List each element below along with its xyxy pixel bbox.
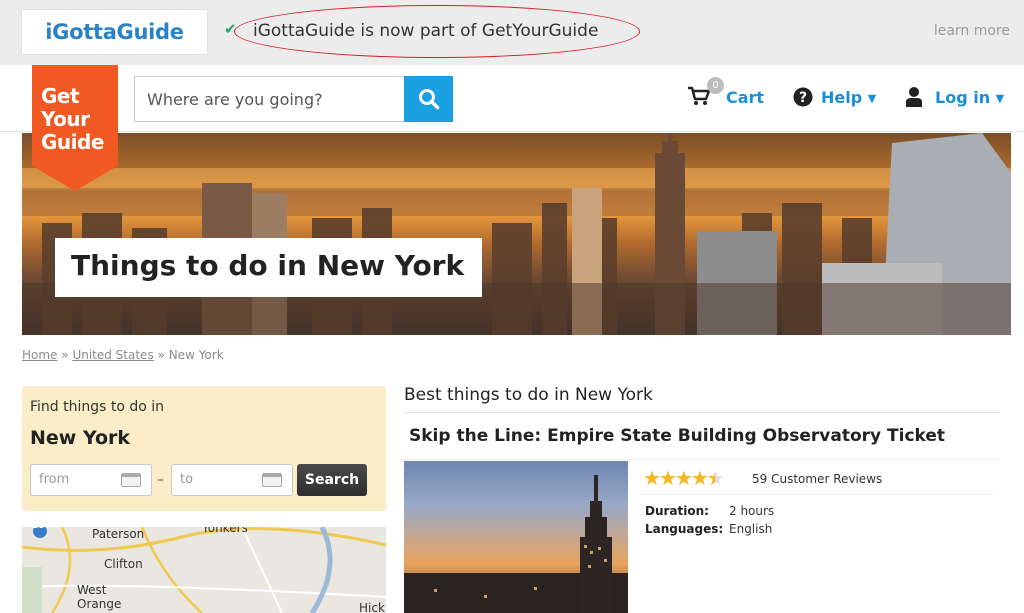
learn-more-link[interactable]: learn more: [934, 23, 1010, 39]
tour-divider: [404, 459, 1000, 460]
cart-link[interactable]: Cart: [726, 88, 764, 107]
logo-line-1: Get: [41, 84, 80, 108]
calendar-icon[interactable]: [262, 473, 282, 487]
empire-state-illustration: [404, 475, 628, 613]
logo-line-2: Your: [41, 107, 90, 131]
duration-value: 2 hours: [729, 504, 775, 518]
hero-image: [22, 133, 1011, 335]
finder-city: New York: [30, 427, 131, 449]
logo-line-3: Guide: [41, 130, 104, 154]
map-route-label: 287: [32, 527, 51, 531]
svg-text:?: ?: [799, 90, 807, 106]
map-label-hick: Hick: [359, 601, 385, 613]
breadcrumb-united-states[interactable]: United States: [72, 348, 153, 362]
calendar-icon[interactable]: [121, 473, 141, 487]
date-range-separator: –: [157, 472, 164, 488]
search-icon: [418, 89, 439, 110]
help-label: Help: [821, 88, 863, 107]
highlight-ellipse: [234, 5, 640, 58]
map-label-yonkers: Yonkers: [202, 527, 248, 535]
from-placeholder: from: [39, 472, 70, 487]
languages-value: English: [729, 522, 773, 536]
getyourguide-logo[interactable]: Get Your Guide: [32, 65, 118, 191]
duration-label: Duration:: [645, 504, 709, 518]
igottaguide-logo[interactable]: iGottaGuide: [21, 9, 208, 55]
map-preview[interactable]: 287 Yonkers Paterson Clifton West Orange…: [22, 527, 386, 613]
reviews-link[interactable]: 59 Customer Reviews: [752, 472, 882, 486]
star-icon: ★: [643, 466, 661, 490]
finder-search-button[interactable]: Search: [297, 464, 367, 496]
page-title: Things to do in New York: [71, 249, 465, 282]
breadcrumb-home[interactable]: Home: [22, 348, 57, 362]
map-label-clifton: Clifton: [104, 557, 143, 571]
chevron-down-icon: ▼: [867, 92, 877, 105]
star-icon: ★: [674, 466, 693, 490]
tour-title-link[interactable]: Skip the Line: Empire State Building Obs…: [409, 426, 945, 446]
search-button[interactable]: [404, 76, 453, 122]
from-date-input[interactable]: from: [30, 464, 152, 496]
cart-count-badge: 0: [707, 77, 724, 94]
breadcrumb-current: New York: [168, 348, 224, 362]
help-menu[interactable]: Help ▼: [821, 88, 876, 107]
section-title: Best things to do in New York: [404, 385, 653, 405]
section-divider: [404, 412, 1000, 413]
half-star-icon: ★: [706, 466, 725, 490]
map-label-west-orange: West Orange: [77, 583, 122, 611]
languages-label: Languages:: [645, 522, 724, 536]
star-icon: ★: [658, 466, 677, 490]
igottaguide-logo-text: iGottaGuide: [45, 20, 184, 44]
chevron-down-icon: ▼: [995, 92, 1005, 105]
login-menu[interactable]: Log in ▼: [935, 88, 1004, 107]
breadcrumb-separator: »: [157, 348, 165, 362]
finder-label: Find things to do in: [30, 399, 165, 415]
tour-thumbnail[interactable]: [404, 461, 628, 613]
to-date-input[interactable]: to: [171, 464, 293, 496]
login-label: Log in: [935, 88, 991, 107]
info-divider: [640, 494, 995, 495]
breadcrumb-separator: »: [61, 348, 69, 362]
star-icon: ★: [690, 466, 709, 490]
map-label-paterson: Paterson: [92, 527, 145, 541]
to-placeholder: to: [180, 472, 194, 487]
skyline-illustration: [22, 133, 1011, 335]
question-circle-icon[interactable]: ?: [793, 87, 813, 107]
user-icon[interactable]: [905, 86, 923, 107]
rating-stars: ★★★★★: [643, 466, 725, 490]
breadcrumb: Home » United States » New York: [22, 348, 224, 362]
destination-search-input[interactable]: Where are you going?: [134, 76, 404, 122]
